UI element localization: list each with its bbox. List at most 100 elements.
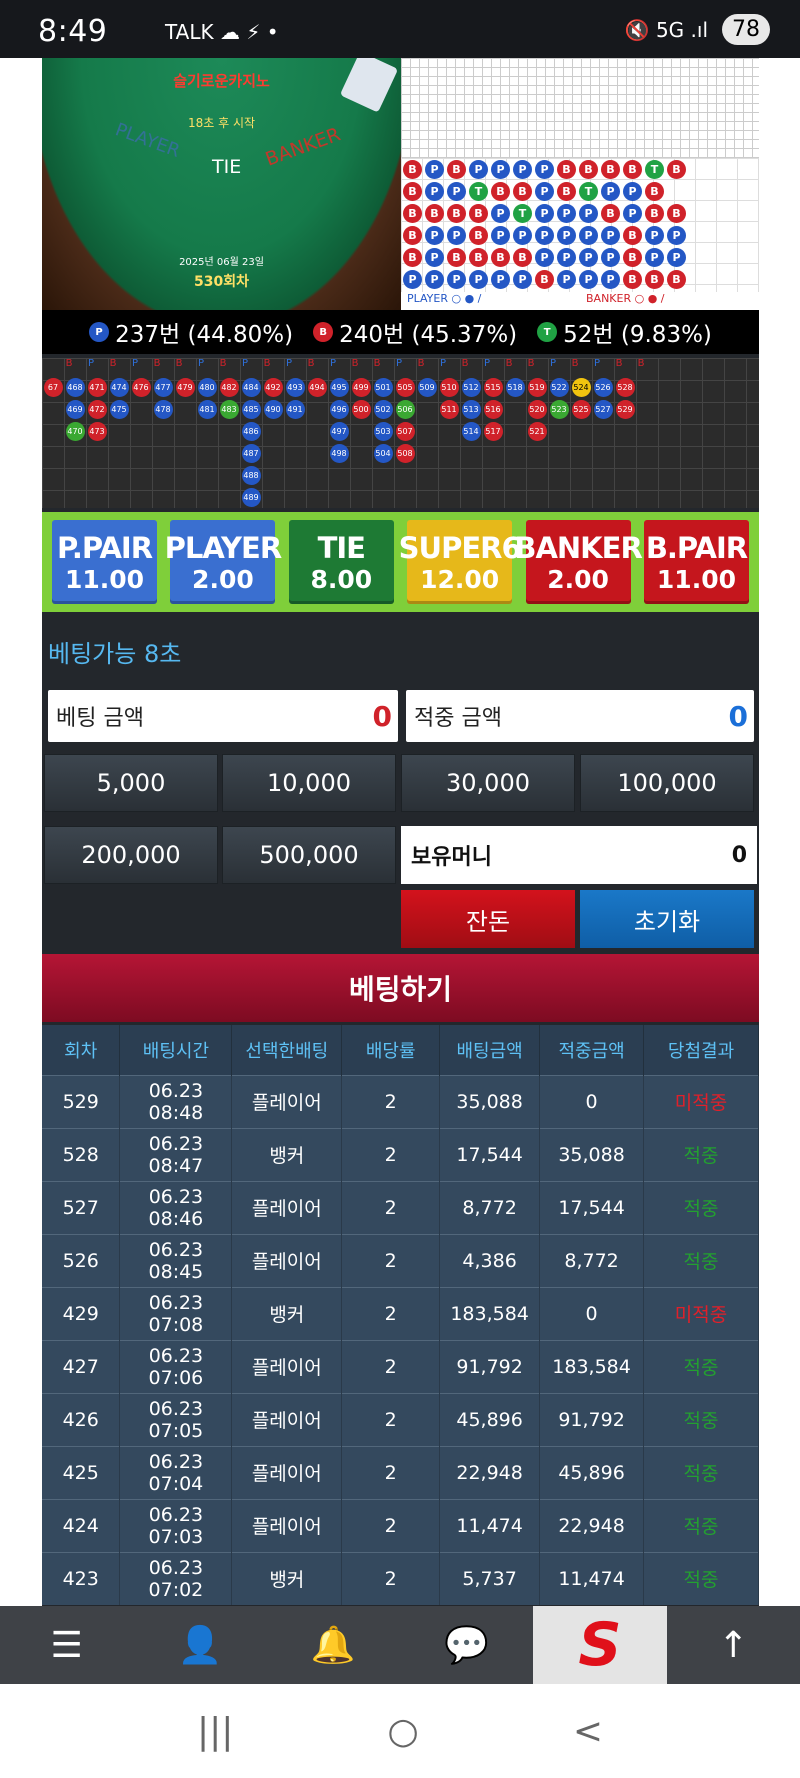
chip-5000[interactable]: 5,000 [44,754,218,812]
menu-icon[interactable]: ☰ [0,1606,133,1684]
history-column: 501 502 503 504 [372,378,394,507]
table-cell: 91,792 [439,1339,541,1393]
bead-mark: P [601,270,620,289]
bet-option-p-pair[interactable]: P.PAIR 11.00 [52,520,157,604]
table-cell: 플레이어 [231,1233,343,1287]
system-nav-bar: ||| ○ < [0,1684,800,1778]
bet-option-banker[interactable]: BANKER 2.00 [514,520,643,604]
user-icon[interactable]: 👤 [133,1606,266,1684]
history-round-mark: 472 [87,400,107,419]
back-icon[interactable]: < [573,1711,603,1752]
history-round-mark: 524 [571,378,591,397]
table-cell: 2 [341,1127,441,1181]
history-round-mark: 494 [307,378,327,397]
table-cell: 06.23 08:48 [119,1074,233,1128]
history-round-mark: 487 [241,444,261,463]
bead-mark: B [645,204,664,223]
history-round-mark: 527 [593,400,613,419]
chip-100000[interactable]: 100,000 [580,754,754,812]
change-button[interactable]: 잔돈 [401,890,575,948]
bead-mark: B [403,204,422,223]
bead-mark: P [557,226,576,245]
history-round-mark: 488 [241,466,261,485]
history-header-cell: B [175,358,183,369]
bet-option-player[interactable]: PLAYER 2.00 [165,520,282,604]
bead-mark: B [623,226,642,245]
history-header-cell: B [109,358,117,369]
bet-option-odds: 2.00 [547,564,609,594]
chip-30000[interactable]: 30,000 [401,754,575,812]
bead-mark: P [491,226,510,245]
history-column: 509 [416,378,438,507]
chip-500000[interactable]: 500,000 [222,826,396,884]
table-cell: 06.23 07:03 [119,1498,233,1552]
bead-mark: P [469,270,488,289]
history-round-mark: 521 [527,422,547,441]
table-cell: 2 [341,1551,441,1605]
history-round-mark: 478 [153,400,173,419]
table-cell: 06.23 07:04 [119,1445,233,1499]
bet-option-name: PLAYER [164,530,283,565]
chip-200000[interactable]: 200,000 [44,826,218,884]
history-round-mark: 484 [241,378,261,397]
table-cell: 플레이어 [231,1445,343,1499]
history-round-mark: 504 [373,444,393,463]
history-header-cell: P [483,358,491,369]
balance-value: 0 [731,842,747,868]
stat-tie: T 52번 (9.83%) [537,315,712,349]
history-header-cell: B [219,358,227,369]
history-round-mark: 519 [527,378,547,397]
status-bar: 8:49 TALK ☁ ⚡ • 🔇 5G .ıl 78 [0,0,800,58]
table-row: 429 06.23 07:08 뱅커 2 183,584 0 미적중 [42,1286,759,1340]
history-header-cell: P [197,358,205,369]
history-column: 493 491 [284,378,306,507]
table-cell: 11,474 [539,1551,645,1605]
history-header-cell: P [395,358,403,369]
history-round-mark: 496 [329,400,349,419]
bet-option-super6[interactable]: SUPER6 12.00 [399,520,522,604]
history-header: BPBPBBPBPBPBPBBPBPBPBBPBPBB [42,358,759,374]
history-column: 67 [42,378,64,507]
bead-mark: B [557,182,576,201]
history-column: 515 516 517 [482,378,504,507]
recent-apps-icon[interactable]: ||| [197,1711,233,1752]
bead-mark: P [557,270,576,289]
balance-label: 보유머니 [411,845,492,870]
home-icon[interactable]: ○ [387,1711,418,1752]
bead-mark: P [491,204,510,223]
bell-icon[interactable]: 🔔 [267,1606,400,1684]
history-round-mark: 491 [285,400,305,419]
history-round-mark: 514 [461,422,481,441]
reset-button[interactable]: 초기화 [580,890,754,948]
balance-field: 보유머니 0 [401,826,757,884]
chat-icon[interactable]: 💬 [400,1606,533,1684]
bet-option-odds: 8.00 [310,564,373,594]
chip-10000[interactable]: 10,000 [222,754,396,812]
history-header-cell: B [461,358,469,369]
table-cell: 적중 [643,1127,759,1181]
history-header-cell: B [571,358,579,369]
bead-mark: P [469,160,488,179]
bet-amount-value: 0 [372,699,392,733]
table-row: 526 06.23 08:45 플레이어 2 4,386 8,772 적중 [42,1233,759,1287]
bead-mark: P [425,182,444,201]
table-cell: 423 [42,1551,121,1605]
casino-logo: 슬기로운카지노 [173,72,270,90]
site-logo-button[interactable]: S [533,1606,667,1684]
history-round-mark: 522 [549,378,569,397]
place-bet-button[interactable]: 베팅하기 [42,954,759,1022]
bet-option-tie[interactable]: TIE 8.00 [288,520,394,604]
bet-table-header-cell: 당첨결과 [643,1025,759,1075]
bet-option-b-pair[interactable]: B.PAIR 11.00 [643,520,749,604]
history-column: 526 527 [592,378,614,507]
battery-icon: 78 [722,14,770,45]
table-cell: 2 [341,1498,441,1552]
history-round-mark: 485 [241,400,261,419]
bead-plate: BPBPPPPBBBBTBBPPTBBPBTPPBBBBBPTPPPBPBBBP… [401,158,759,292]
scroll-top-icon[interactable]: ↑ [667,1606,800,1684]
history-column: 476 [130,378,152,507]
round-history-grid: BPBPBBPBPBPBPBBPBPBPBBPBPBB 67 468 469 470 4… [42,358,759,508]
history-header-cell: P [87,358,95,369]
bead-mark: P [579,248,598,267]
history-round-mark: 473 [87,422,107,441]
